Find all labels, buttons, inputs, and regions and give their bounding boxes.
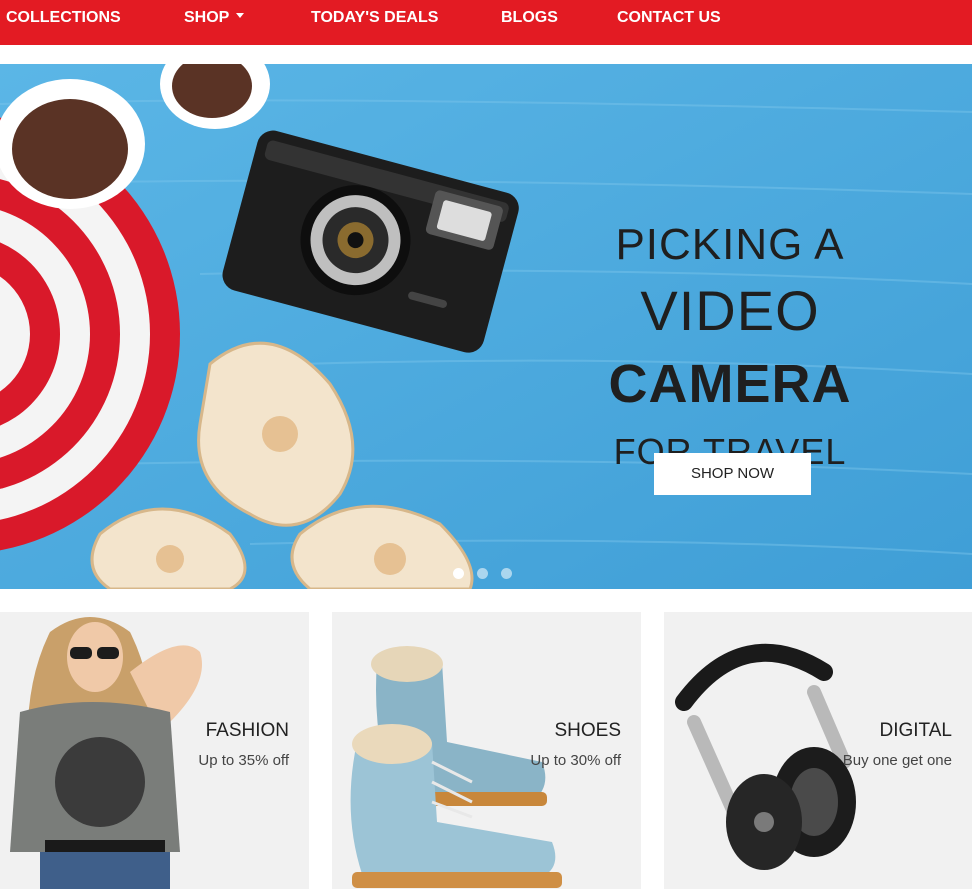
chevron-down-icon (236, 13, 245, 19)
category-tile-fashion[interactable]: FASHION Up to 35% off (0, 612, 309, 889)
shop-now-button[interactable]: SHOP NOW (654, 453, 811, 495)
nav-item-collections[interactable]: COLLECTIONS (6, 0, 121, 36)
slider-dot-1[interactable] (453, 568, 464, 579)
fashion-image (0, 612, 309, 889)
category-title: SHOES (554, 720, 621, 741)
hero-line-1: PICKING A (615, 220, 845, 269)
category-tile-digital[interactable]: DIGITAL Buy one get one (664, 612, 972, 889)
slider-dot-2[interactable] (477, 568, 488, 579)
category-subtitle: Up to 30% off (530, 752, 621, 769)
headphones-image (664, 612, 972, 889)
category-title: FASHION (205, 720, 289, 741)
nav-item-contact-us[interactable]: CONTACT US (617, 0, 721, 36)
category-tile-shoes[interactable]: SHOES Up to 30% off (332, 612, 641, 889)
main-nav: COLLECTIONS SHOP TODAY'S DEALS BLOGS CON… (0, 0, 972, 45)
category-subtitle: Buy one get one (842, 752, 952, 769)
slider-dots (453, 566, 525, 584)
hero-headline: PICKING A VIDEO CAMERA FOR TRAVEL (560, 214, 900, 482)
hero-line-3: CAMERA (608, 354, 852, 414)
nav-item-shop-label: SHOP (184, 9, 230, 26)
nav-item-shop[interactable]: SHOP (184, 0, 245, 36)
category-subtitle: Up to 35% off (198, 752, 289, 769)
slider-dot-3[interactable] (501, 568, 512, 579)
category-title: DIGITAL (879, 720, 953, 741)
hero-line-2: VIDEO (640, 279, 820, 342)
shoes-image (332, 612, 641, 889)
nav-item-blogs[interactable]: BLOGS (501, 0, 558, 36)
nav-item-todays-deals[interactable]: TODAY'S DEALS (311, 0, 438, 36)
hero-slider: PICKING A VIDEO CAMERA FOR TRAVEL SHOP N… (0, 64, 972, 589)
